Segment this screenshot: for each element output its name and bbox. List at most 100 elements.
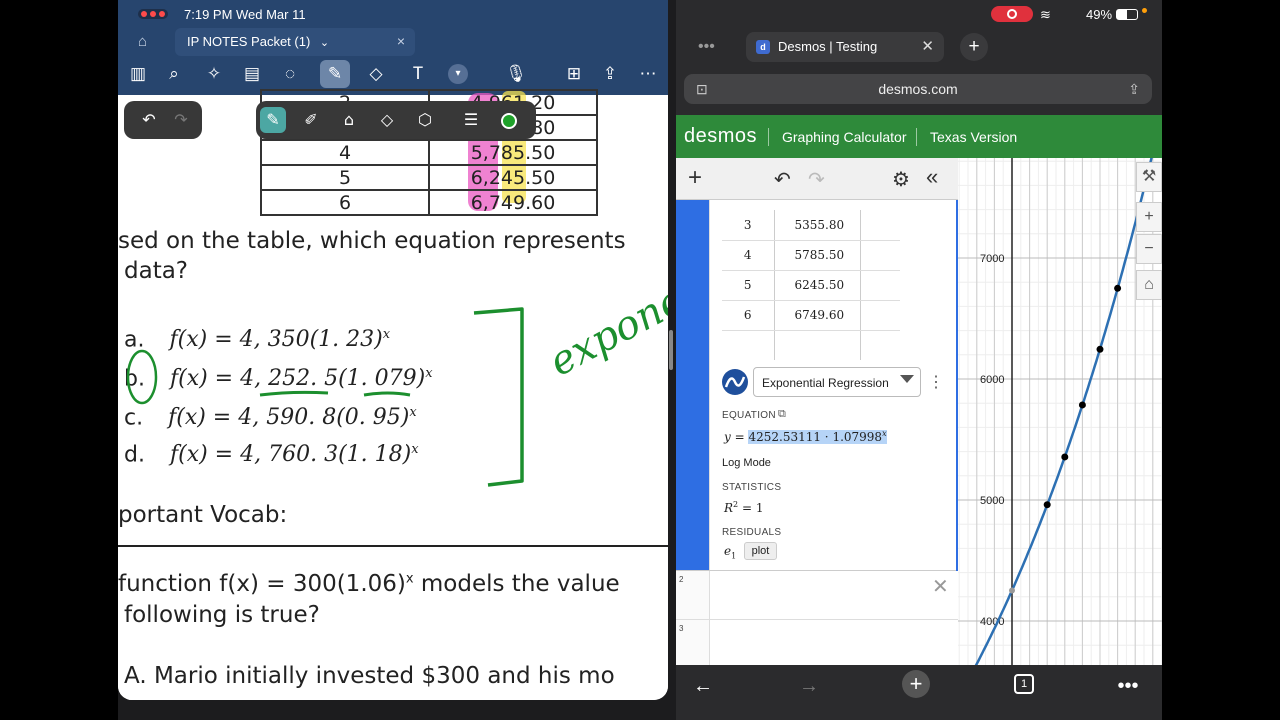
- search-icon[interactable]: ⌕: [162, 63, 186, 85]
- table-cell[interactable]: 6: [722, 300, 775, 331]
- statistics-label: STATISTICS: [722, 482, 782, 493]
- status-date: Wed Mar 11: [236, 7, 306, 22]
- log-mode-toggle[interactable]: Log Mode: [722, 457, 771, 469]
- zoom-out-icon[interactable]: −: [1136, 234, 1162, 264]
- delete-expression-icon[interactable]: ✕: [932, 574, 949, 599]
- chevron-down-icon[interactable]: ▾: [448, 64, 468, 84]
- regression-icon: [722, 369, 748, 395]
- graph-point: [1096, 345, 1104, 353]
- close-tab-icon[interactable]: ×: [397, 33, 405, 49]
- collapse-list-icon[interactable]: «: [926, 164, 938, 190]
- new-tab-icon[interactable]: +: [960, 33, 988, 61]
- residual-sub: 1: [731, 551, 737, 561]
- table-cell[interactable]: 5: [722, 270, 775, 301]
- desmos-logo[interactable]: desmos: [684, 125, 757, 148]
- document-tab[interactable]: IP NOTES Packet (1) ⌄ ×: [175, 28, 415, 56]
- browser-tab[interactable]: d Desmos | Testing ✕: [746, 32, 944, 62]
- answer-a[interactable]: A. Mario initially invested $300 and his…: [124, 663, 615, 689]
- text-box-icon[interactable]: T: [406, 63, 430, 85]
- table-cell[interactable]: 4: [722, 240, 775, 271]
- table-cell[interactable]: 6245.50: [774, 270, 861, 301]
- y-tick-label: 5000: [980, 495, 1004, 507]
- equation-exponent: x: [882, 429, 887, 438]
- battery-percent: 49%: [1086, 7, 1113, 22]
- chevron-down-icon[interactable]: ⌄: [320, 37, 329, 49]
- status-time: 7:19 PM: [184, 7, 233, 22]
- equation-value: 4252.53111 · 1.07998: [748, 430, 883, 444]
- graph-point: [1078, 401, 1086, 409]
- tab-count[interactable]: 1: [1014, 674, 1034, 694]
- table-cell[interactable]: 5785.50: [774, 240, 861, 271]
- sparkle-icon[interactable]: ✧: [202, 63, 226, 85]
- more-icon[interactable]: ⋯: [636, 63, 660, 85]
- home-icon[interactable]: ⌂: [1136, 270, 1162, 300]
- tab-title: Desmos | Testing: [778, 39, 878, 54]
- notes-app: 7:19 PM Wed Mar 11 ⌂ IP NOTES Packet (1)…: [118, 0, 668, 700]
- sidebar-icon[interactable]: ▥: [126, 63, 150, 85]
- table-cell[interactable]: [774, 330, 861, 360]
- expression-list: 3 5355.80 4 5785.50 5 6245.50 6 6749.60 Expo…: [676, 200, 958, 665]
- table-cell[interactable]: [860, 330, 900, 360]
- expression-gutter-active[interactable]: [676, 200, 710, 570]
- regression-equation[interactable]: y = 4252.53111 · 1.07998x: [724, 429, 887, 444]
- forward-icon[interactable]: →: [794, 675, 824, 698]
- equation-label: EQUATION: [722, 410, 776, 421]
- recording-indicator[interactable]: [991, 6, 1033, 22]
- multitask-dots[interactable]: [138, 9, 168, 19]
- more-icon[interactable]: •••: [1113, 675, 1143, 698]
- graph-point: [1009, 587, 1015, 594]
- mic-indicator-dot: [1142, 8, 1147, 13]
- table-cell[interactable]: 5355.80: [774, 210, 861, 241]
- eraser-icon[interactable]: ◇: [364, 63, 388, 85]
- expression-gutter[interactable]: 3: [676, 620, 710, 665]
- graphing-calculator-link[interactable]: Graphing Calculator: [782, 129, 907, 145]
- gear-icon[interactable]: ⚙: [892, 167, 910, 192]
- redo-icon[interactable]: ↷: [808, 167, 825, 192]
- share-icon[interactable]: ⇪: [1128, 74, 1140, 104]
- table-row: 5 6245.50: [722, 270, 900, 301]
- plot-button[interactable]: plot: [744, 542, 777, 560]
- desmos-table[interactable]: 3 5355.80 4 5785.50 5 6245.50 6 6749.60: [722, 210, 900, 360]
- expression-gutter[interactable]: 2: [676, 571, 710, 619]
- next-question-line-1: function f(x) = 300(1.06)x models the va…: [118, 571, 620, 597]
- worksheet-page[interactable]: 24,961.20 35,355.80 45,785.50 56,245.50 …: [118, 89, 668, 700]
- texas-version-link[interactable]: Texas Version: [930, 129, 1017, 145]
- battery-icon: [1116, 9, 1138, 20]
- table-cell[interactable]: [860, 210, 900, 241]
- table-cell[interactable]: [860, 300, 900, 331]
- table-cell[interactable]: [860, 240, 900, 271]
- graph-paper[interactable]: 7000 6000 5000 4000 ⚒ + − ⌂: [958, 158, 1162, 665]
- table-cell[interactable]: [860, 270, 900, 301]
- home-icon[interactable]: ⌂: [138, 33, 156, 51]
- close-tab-icon[interactable]: ✕: [921, 37, 934, 55]
- add-page-icon[interactable]: ⊞: [562, 63, 586, 85]
- more-tabs-icon[interactable]: •••: [698, 38, 715, 56]
- pen-icon[interactable]: ✎: [320, 60, 350, 88]
- vocab-heading: portant Vocab:: [118, 502, 288, 528]
- table-cell[interactable]: [722, 330, 775, 360]
- graph-canvas[interactable]: 7000600050004000: [958, 158, 1162, 665]
- question-text: function f(x) = 300(1.06): [118, 571, 406, 597]
- regression-type-select[interactable]: Exponential Regression: [753, 367, 921, 397]
- y-tick-label: 7000: [980, 253, 1004, 265]
- page-settings-icon[interactable]: ⊡: [696, 74, 708, 104]
- divider: [118, 545, 668, 547]
- add-expression-icon[interactable]: +: [688, 164, 702, 192]
- question-text: models the value: [413, 571, 620, 597]
- address-bar[interactable]: ⊡ desmos.com ⇪: [684, 74, 1152, 104]
- more-options-icon[interactable]: ⋮: [928, 372, 944, 392]
- equation-prefix: y =: [724, 430, 749, 444]
- document-icon[interactable]: ▤: [240, 63, 264, 85]
- wrench-icon[interactable]: ⚒: [1136, 162, 1162, 192]
- undo-icon[interactable]: ↶: [774, 167, 791, 192]
- table-cell[interactable]: 6749.60: [774, 300, 861, 331]
- lasso-icon[interactable]: ◌: [278, 63, 302, 85]
- microphone-icon[interactable]: 🎙: [496, 63, 536, 85]
- table-cell[interactable]: 3: [722, 210, 775, 241]
- split-view-handle[interactable]: [669, 330, 673, 370]
- copy-icon[interactable]: ⧉: [778, 408, 786, 421]
- share-icon[interactable]: ⇪: [598, 63, 622, 85]
- zoom-in-icon[interactable]: +: [1136, 202, 1162, 232]
- new-tab-icon[interactable]: +: [902, 670, 930, 698]
- back-icon[interactable]: ←: [688, 675, 718, 698]
